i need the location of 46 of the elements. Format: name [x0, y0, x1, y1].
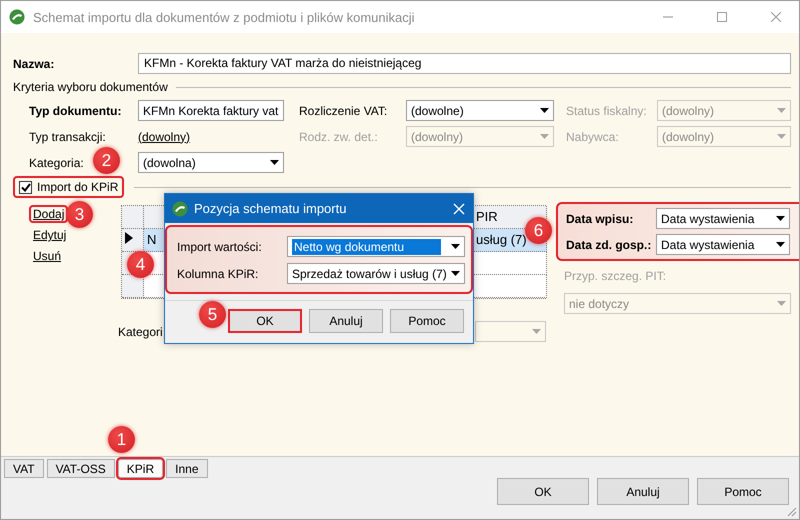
field-label: Kolumna KPiR:	[177, 266, 258, 280]
dropdown[interactable]: (dowolna)	[138, 152, 284, 173]
dialog-button[interactable]: Pomoc	[697, 478, 789, 505]
tab[interactable]: Inne	[166, 459, 208, 478]
action-link[interactable]: Usuń	[29, 247, 66, 265]
field-label: Kategoria:	[29, 156, 84, 170]
name-label: Nazwa:	[13, 56, 56, 70]
dialog-button[interactable]: Anuluj	[597, 478, 689, 505]
section-title: Kryteria wyboru dokumentów	[13, 80, 168, 94]
field-label: Rozliczenie VAT:	[298, 104, 388, 118]
window-title: Schemat importu dla dokumentów z podmiotu i plików komunikacji	[33, 10, 416, 24]
dialog-button[interactable]: Pomoc	[390, 309, 464, 333]
app-logo-icon	[9, 9, 25, 25]
dialog-button[interactable]: OK	[497, 478, 589, 505]
field-label: Kategori	[118, 324, 163, 338]
dropdown[interactable]: Netto wg dokumentu	[287, 236, 465, 257]
field-label: Import wartości:	[177, 240, 262, 254]
table-cell[interactable]	[473, 252, 547, 275]
field-label: Typ transakcji:	[29, 130, 106, 144]
dropdown[interactable]: KFMn Korekta faktury vat	[138, 100, 284, 121]
field-label: Typ dokumentu:	[29, 104, 122, 118]
app-logo-icon	[172, 200, 188, 216]
field-label: Data zd. gosp.:	[566, 238, 652, 252]
check-icon	[20, 182, 30, 192]
dialog-title: Pozycja schematu importu	[194, 201, 348, 216]
close-icon[interactable]	[453, 202, 465, 214]
tab[interactable]: KPiR	[118, 459, 164, 478]
table-cell[interactable]	[473, 275, 547, 298]
action-link[interactable]: Edytuj	[29, 226, 70, 244]
dropdown[interactable]: Data wystawienia	[656, 234, 790, 255]
dialog-button[interactable]: OK	[228, 309, 302, 333]
dialog-button[interactable]: Anuluj	[309, 309, 383, 333]
dropdown[interactable]: Sprzedaż towarów i usług (7)	[287, 263, 465, 284]
tab[interactable]: VAT	[4, 459, 44, 478]
import-checkbox[interactable]: Import do KPiR	[13, 176, 124, 198]
dropdown[interactable]: (dowolne)	[406, 100, 554, 121]
dropdown[interactable]: Data wystawienia	[656, 208, 790, 229]
field-label: Nabywca:	[565, 130, 619, 144]
field-label: Przyp. szczeg. PIT:	[564, 269, 668, 283]
name-field[interactable]: KFMn - Korekta faktury VAT marża do nieistniejąceg	[138, 53, 791, 74]
value-link[interactable]: (dowolny)	[138, 130, 190, 144]
resize-grip-icon[interactable]	[785, 505, 797, 517]
field-label: Status fiskalny:	[565, 104, 647, 118]
field-label: Data wpisu:	[566, 212, 634, 226]
tab[interactable]: VAT-OSS	[46, 459, 115, 478]
field-label: Rodz. zw. det.:	[298, 130, 378, 144]
